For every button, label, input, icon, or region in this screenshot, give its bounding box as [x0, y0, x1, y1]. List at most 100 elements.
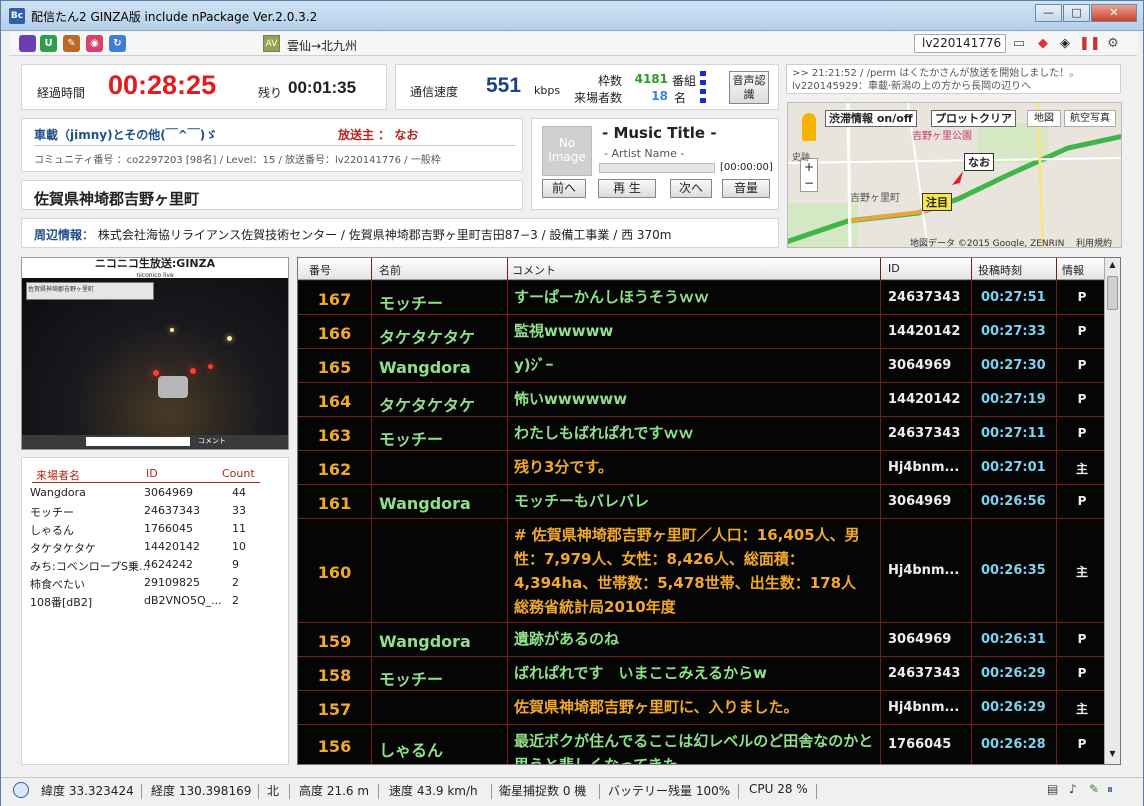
visitor-row[interactable]: しゃるん 1766045 11 — [22, 522, 288, 540]
play-button[interactable]: 再 生 — [598, 179, 656, 198]
speed-label: 通信速度 — [410, 85, 459, 99]
visitor-count-header: Count — [222, 467, 255, 480]
lips-icon[interactable]: ◆ — [1033, 35, 1053, 52]
comment-row[interactable]: 163 モッチー わたしもばれぱれですｗｗ 24637343 00:27:11 P — [298, 417, 1104, 451]
timer-panel: 経過時間 00:28:25 残り 00:01:35 — [21, 64, 387, 110]
col-time[interactable]: 投稿時刻 — [978, 262, 1022, 278]
music-progress[interactable] — [599, 163, 715, 173]
video-comment-input[interactable] — [86, 437, 190, 446]
broadcast-panel: 車載（jimny)とその他(￣^￣)ゞ 放送主 ： なお コミュニティ番号 ：c… — [21, 118, 523, 172]
column-divider — [880, 258, 881, 764]
gps-icon[interactable] — [13, 782, 29, 798]
volume-button[interactable]: 音量 — [722, 179, 770, 198]
video-header: ニコニコ生放送:GINZA niconico live — [22, 258, 288, 279]
purple-square-icon[interactable] — [19, 35, 36, 52]
car-shape — [158, 376, 188, 398]
monitor-icon[interactable]: ▭ — [1009, 35, 1029, 52]
street-light — [170, 328, 174, 332]
col-id[interactable]: ID — [888, 262, 900, 275]
visitor-row[interactable]: Wangdora 3064969 44 — [22, 486, 288, 504]
scroll-up-arrow[interactable]: ▲ — [1107, 260, 1118, 272]
zoom-out-button[interactable]: − — [801, 175, 817, 191]
record-icon[interactable]: ◉ — [86, 35, 103, 52]
pause-icon[interactable]: ❚❚ — [1079, 35, 1101, 52]
live-id-field[interactable]: lv220141776 — [914, 34, 1006, 53]
comment-row[interactable]: 166 タケタケタケ 監視wwwww 14420142 00:27:33 P — [298, 315, 1104, 349]
comment-text: 遺跡があるのね — [514, 630, 620, 648]
divider — [34, 145, 516, 146]
status-speed: 速度 43.9 km/h — [389, 784, 478, 798]
comment-number: 165 — [317, 358, 352, 377]
comment-time: 00:27:33 — [981, 324, 1046, 339]
visitor-id: 4624242 — [144, 558, 193, 571]
next-button[interactable]: 次へ — [670, 179, 712, 198]
tools-icon[interactable]: ✎ — [63, 35, 80, 52]
scroll-down-arrow[interactable]: ▼ — [1107, 749, 1118, 761]
comment-id: Hj4bnm... — [888, 460, 960, 475]
visitor-row[interactable]: モッチー 24637343 33 — [22, 504, 288, 522]
map[interactable]: + − 渋滞情報 on/off プロットクリア 地図 航空写真 吉野ヶ里公園 史… — [787, 102, 1122, 248]
visitor-name: 柿食べたい — [30, 578, 85, 591]
close-button[interactable]: ✕ — [1091, 4, 1137, 22]
speaker-icon[interactable]: ♪ — [1069, 782, 1077, 796]
comment-row[interactable]: 165 Wangdora y)ｼﾞｰ 3064969 00:27:30 P — [298, 349, 1104, 383]
scroll-thumb[interactable] — [1107, 276, 1118, 310]
visitor-row[interactable]: タケタケタケ 14420142 10 — [22, 540, 288, 558]
pegman-icon[interactable] — [802, 113, 816, 141]
pen-icon[interactable]: ✎ — [1089, 782, 1099, 796]
comment-row[interactable]: 164 タケタケタケ 怖いwwwwww 14420142 00:27:19 P — [298, 383, 1104, 417]
comment-row[interactable]: 156 しゃるん 最近ボクが住んでるここは幻レベルのど田舎なのかと思うと悲しくなって… — [298, 725, 1104, 764]
map-label-area: 史跡 — [792, 153, 811, 163]
app-icon: Bc — [9, 8, 25, 24]
plot-clear-button[interactable]: プロットクリア — [931, 110, 1016, 127]
comment-row[interactable]: 159 Wangdora 遺跡があるのね 3064969 00:26:31 P — [298, 623, 1104, 657]
traffic-toggle-button[interactable]: 渋滞情報 on/off — [825, 110, 917, 127]
col-number[interactable]: 番号 — [309, 262, 331, 278]
column-divider — [371, 258, 372, 764]
video-controls[interactable]: コメント — [22, 435, 288, 449]
tail-light — [153, 370, 159, 376]
comment-row[interactable]: 160 # 佐賀県神埼郡吉野ヶ里町／人口：16,405人、男性：7,979人、女性… — [298, 519, 1104, 623]
col-name[interactable]: 名前 — [379, 262, 401, 278]
street-light — [227, 336, 232, 341]
col-comment[interactable]: コメント — [512, 262, 556, 278]
refresh-icon[interactable]: ↻ — [109, 35, 126, 52]
separator — [258, 784, 259, 799]
comment-id: Hj4bnm... — [888, 700, 960, 715]
broadcast-title: 車載（jimny)とその他(￣^￣)ゞ — [34, 128, 218, 142]
video-player[interactable]: ニコニコ生放送:GINZA niconico live 佐賀県神埼郡吉野ヶ里町 … — [21, 257, 289, 450]
comment-row[interactable]: 161 Wangdora モッチーもバレバレ 3064969 00:26:56 P — [298, 485, 1104, 519]
u-icon[interactable]: U — [40, 35, 57, 52]
gear-icon[interactable]: ⚙ — [1103, 35, 1123, 52]
tab-satellite[interactable]: 航空写真 — [1064, 110, 1116, 127]
visitor-row[interactable]: みち:コベンロープS乗... 4624242 9 — [22, 558, 288, 576]
visitor-name-header: 来場者名 — [36, 469, 80, 482]
map-terms-link[interactable]: 利用規約 — [1076, 236, 1112, 247]
map-label-station: 吉野ヶ里町 — [850, 193, 900, 204]
comment-time: 00:27:11 — [981, 426, 1046, 441]
comment-time: 00:27:51 — [981, 290, 1046, 305]
diamond-icon[interactable]: ◈ — [1055, 35, 1075, 52]
comment-row[interactable]: 162 残り3分です。 Hj4bnm... 00:27:01 主 — [298, 451, 1104, 485]
comment-scrollbar[interactable]: ▲ ▼ — [1104, 258, 1120, 764]
comment-table-header: 番号 名前 コメント ID 投稿時刻 情報 — [298, 258, 1104, 280]
printer-icon[interactable]: ▤ — [1047, 782, 1058, 796]
prev-button[interactable]: 前へ — [542, 179, 586, 198]
visitor-row[interactable]: 柿食べたい 29109825 2 — [22, 576, 288, 594]
maximize-button[interactable]: □ — [1063, 4, 1090, 22]
visitor-id: 14420142 — [144, 540, 200, 553]
pause-circle-icon[interactable]: ⏸ — [1107, 782, 1113, 797]
zoom-control[interactable]: + − — [800, 158, 818, 192]
visitor-id: 3064969 — [144, 486, 193, 499]
voice-recognition-button[interactable]: 音声認識 — [729, 71, 769, 104]
comment-row[interactable]: 167 モッチー すーぱーかんしほうそうｗｗ 24637343 00:27:51 P — [298, 281, 1104, 315]
tab-map[interactable]: 地図 — [1027, 110, 1061, 127]
separator — [378, 784, 379, 799]
nearby-info: 周辺情報： 株式会社海協リライアンス佐賀技術センター / 佐賀県神埼郡吉野ヶ里町… — [34, 226, 672, 243]
comment-row[interactable]: 158 モッチー ばれぱれです いまここみえるからw 24637343 00:26:29… — [298, 657, 1104, 691]
video-comment-label: コメント — [198, 437, 226, 445]
comment-row[interactable]: 157 佐賀県神埼郡吉野ヶ里町に、入りました。 Hj4bnm... 00:26:29 主 — [298, 691, 1104, 725]
visitor-row[interactable]: 108番[dB2] dB2VNO5Q_... 2 — [22, 594, 288, 612]
minimize-button[interactable]: — — [1035, 4, 1062, 22]
col-info[interactable]: 情報 — [1062, 262, 1084, 278]
